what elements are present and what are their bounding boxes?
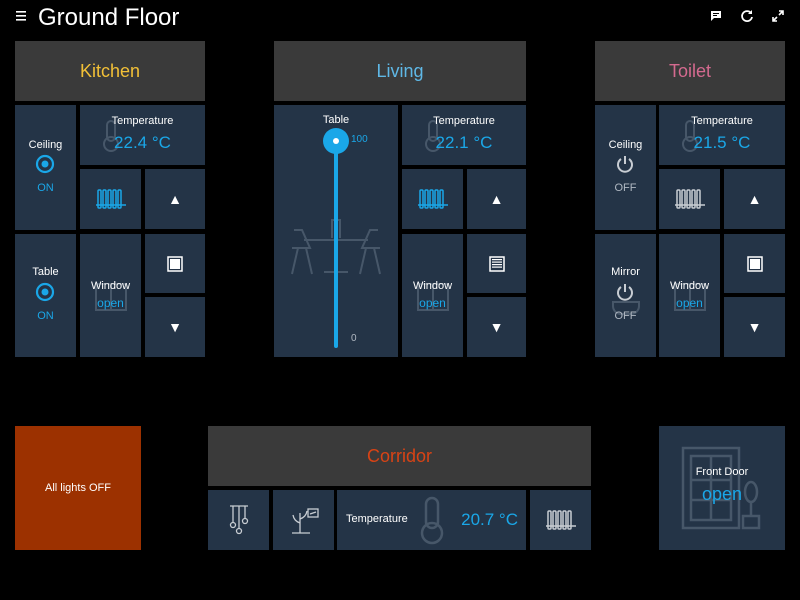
toilet-ceiling-light-tile[interactable]: Ceiling OFF: [595, 105, 656, 230]
kitchen-ceiling-light-tile[interactable]: Ceiling ON: [15, 105, 76, 230]
up-arrow-icon: ▲: [747, 191, 762, 207]
kitchen-header: Kitchen: [15, 41, 205, 101]
stop-square-icon: [746, 255, 763, 272]
down-arrow-icon: ▼: [747, 319, 762, 335]
living-blind-down-button[interactable]: ▼: [467, 297, 526, 357]
refresh-icon[interactable]: [740, 9, 754, 23]
kitchen-temperature-value: 22.4 °C: [114, 133, 171, 152]
toilet-ceiling-label: Ceiling: [608, 139, 643, 151]
living-temperature-value: 22.1 °C: [435, 133, 493, 152]
toilet-blind-stop-button[interactable]: [724, 234, 785, 293]
dimmer-min-label: 0: [351, 333, 357, 344]
kitchen-ceiling-state: ON: [37, 182, 54, 194]
thermometer-icon: [420, 496, 444, 545]
top-bar: Ground Floor: [0, 0, 800, 36]
page-title: Ground Floor: [38, 4, 180, 31]
living-window-label: Window: [412, 280, 453, 292]
toilet-heating-tile[interactable]: [659, 169, 720, 229]
all-lights-off-button[interactable]: All lights OFF: [15, 426, 141, 550]
kitchen-blind-up-button[interactable]: ▲: [145, 169, 205, 229]
pendant-lamp-icon: [229, 505, 248, 535]
kitchen-window-label: Window: [90, 280, 131, 292]
living-window-tile[interactable]: Window open: [402, 234, 463, 357]
up-arrow-icon: ▲: [168, 191, 182, 207]
up-arrow-icon: ▲: [489, 191, 504, 207]
light-on-icon: [35, 154, 55, 174]
toilet-temperature-value: 21.5 °C: [693, 133, 751, 152]
slider-handle-dot: [333, 138, 339, 144]
toilet-window-label: Window: [669, 280, 710, 292]
toilet-blind-down-button[interactable]: ▼: [724, 297, 785, 357]
kitchen-table-label: Table: [32, 266, 59, 278]
dimmer-max-label: 100: [351, 134, 368, 145]
power-off-icon: [617, 284, 633, 301]
toilet-temperature-tile[interactable]: Temperature 21.5 °C: [659, 105, 785, 165]
corridor-heating-tile[interactable]: [530, 490, 591, 550]
living-blind-half-button[interactable]: [467, 234, 526, 293]
living-header: Living: [274, 41, 526, 101]
toilet-mirror-label: Mirror: [611, 266, 640, 278]
toilet-mirror-state: OFF: [614, 310, 637, 322]
living-table-label: Table: [322, 114, 350, 126]
dimmer-slider-track[interactable]: [334, 140, 338, 348]
kitchen-temperature-label: Temperature: [111, 115, 174, 127]
toilet-ceiling-state: OFF: [614, 182, 637, 194]
corridor-plant-tile[interactable]: [273, 490, 334, 550]
living-blind-up-button[interactable]: ▲: [467, 169, 526, 229]
toilet-window-state: open: [676, 296, 703, 310]
kitchen-blind-down-button[interactable]: ▼: [145, 297, 205, 357]
living-temperature-tile[interactable]: Temperature 22.1 °C: [402, 105, 526, 165]
light-on-icon: [35, 282, 55, 302]
corridor-temperature-value: 20.7 °C: [461, 510, 518, 529]
kitchen-temperature-tile[interactable]: Temperature 22.4 °C: [80, 105, 205, 165]
front-door-label: Front Door: [695, 466, 749, 478]
chat-icon[interactable]: [709, 9, 723, 23]
toilet-temperature-label: Temperature: [691, 115, 753, 127]
radiator-icon: [95, 189, 126, 209]
radiator-icon: [545, 510, 576, 530]
living-table-dimmer-tile[interactable]: Table 100 0: [274, 105, 398, 357]
blind-half-icon: [488, 255, 505, 272]
radiator-icon: [417, 189, 448, 209]
radiator-icon: [674, 189, 705, 209]
corridor-pendant-light-tile[interactable]: [208, 490, 269, 550]
kitchen-table-state: ON: [37, 310, 54, 322]
toilet-mirror-light-tile[interactable]: Mirror OFF: [595, 234, 656, 357]
fullscreen-icon[interactable]: [771, 9, 785, 23]
stop-square-icon: [167, 255, 183, 272]
kitchen-heating-tile[interactable]: [80, 169, 141, 229]
toilet-header: Toilet: [595, 41, 785, 101]
living-temperature-label: Temperature: [433, 115, 495, 127]
dimmer-slider-handle[interactable]: [323, 128, 349, 154]
living-window-state: open: [419, 296, 446, 310]
corridor-temperature-tile[interactable]: Temperature 20.7 °C: [337, 490, 526, 550]
kitchen-window-tile[interactable]: Window open: [80, 234, 141, 357]
front-door-tile[interactable]: Front Door open: [659, 426, 785, 550]
front-door-state: open: [701, 484, 743, 504]
corridor-header: Corridor: [208, 426, 591, 486]
corridor-temperature-label: Temperature: [346, 513, 408, 525]
toilet-window-tile[interactable]: Window open: [659, 234, 720, 357]
kitchen-table-light-tile[interactable]: Table ON: [15, 234, 76, 357]
down-arrow-icon: ▼: [489, 319, 504, 335]
kitchen-window-state: open: [97, 296, 124, 310]
menu-icon[interactable]: [16, 10, 26, 22]
kitchen-ceiling-label: Ceiling: [28, 139, 63, 151]
living-heating-tile[interactable]: [402, 169, 463, 229]
plant-sensor-icon: [291, 508, 319, 534]
down-arrow-icon: ▼: [168, 319, 182, 335]
kitchen-blind-stop-button[interactable]: [145, 234, 205, 293]
toilet-blind-up-button[interactable]: ▲: [724, 169, 785, 229]
power-off-icon: [617, 156, 633, 173]
